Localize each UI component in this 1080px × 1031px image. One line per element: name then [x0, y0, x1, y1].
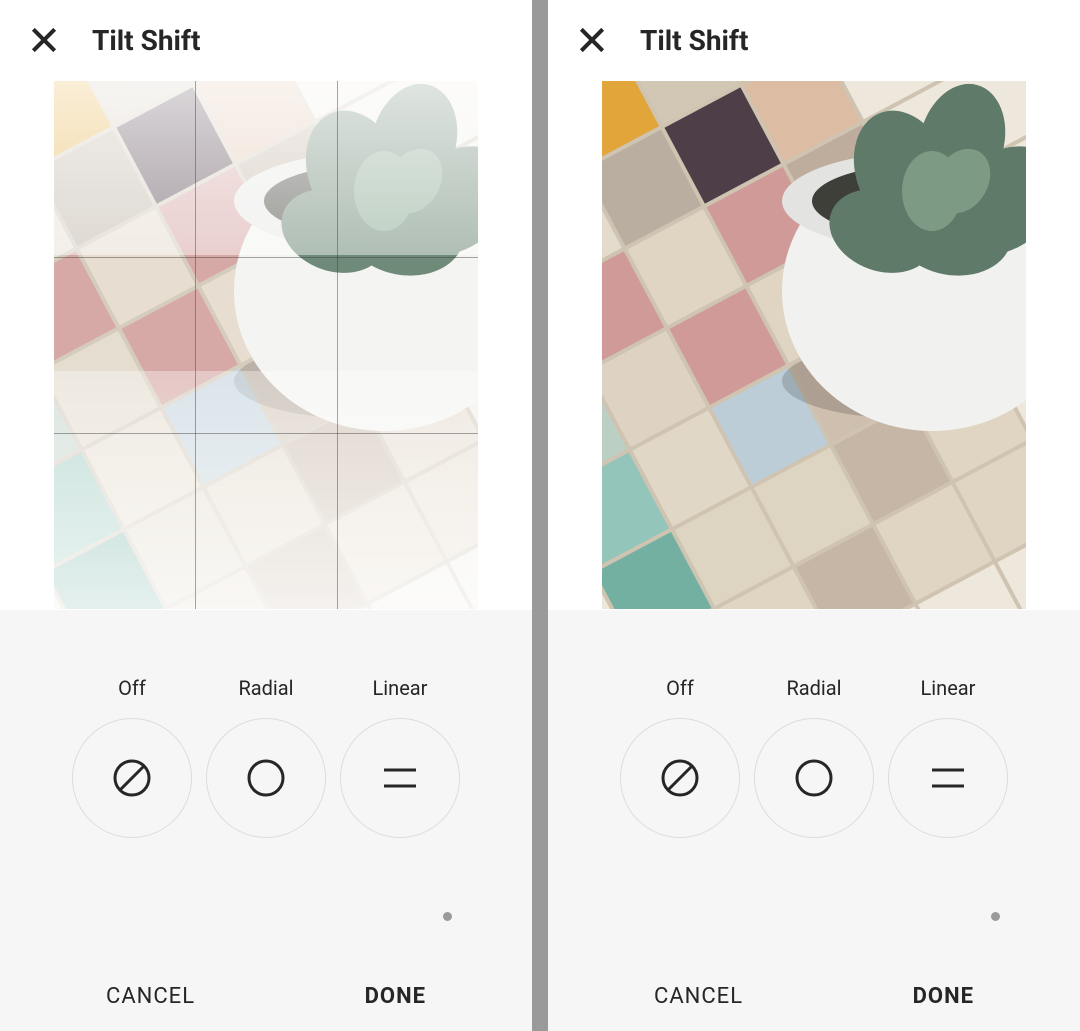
done-button[interactable]: DONE: [907, 983, 980, 1010]
linear-icon: [926, 756, 970, 800]
close-button[interactable]: [572, 20, 612, 60]
option-radial-button[interactable]: [754, 718, 874, 838]
page-title: Tilt Shift: [640, 24, 748, 57]
photo-content: [602, 81, 1026, 609]
option-label: Off: [666, 676, 694, 700]
controls-area: Off Radial Linear: [548, 610, 1080, 961]
close-icon: [28, 24, 60, 56]
photo-preview[interactable]: [602, 81, 1026, 609]
option-linear-button[interactable]: [888, 718, 1008, 838]
option-linear: Linear: [340, 676, 460, 838]
cancel-button[interactable]: CANCEL: [100, 983, 201, 1010]
grid-overlay: [54, 81, 478, 609]
pane-divider: [532, 0, 548, 1031]
option-label: Off: [118, 676, 146, 700]
option-radial: Radial: [754, 676, 874, 838]
photo-preview[interactable]: [54, 81, 478, 609]
option-off: Off: [620, 676, 740, 838]
image-area: [548, 80, 1080, 610]
image-area: [0, 80, 532, 610]
page-indicator: [0, 912, 532, 921]
close-icon: [576, 24, 608, 56]
pane-left: Tilt Shift: [0, 0, 532, 1031]
pane-right: Tilt Shift: [548, 0, 1080, 1031]
option-label: Radial: [238, 676, 293, 700]
radial-icon: [792, 756, 836, 800]
off-icon: [658, 756, 702, 800]
option-radial: Radial: [206, 676, 326, 838]
option-label: Radial: [786, 676, 841, 700]
option-off-button[interactable]: [620, 718, 740, 838]
header: Tilt Shift: [0, 0, 532, 80]
page-indicator: [548, 912, 1080, 921]
footer: CANCEL DONE: [548, 961, 1080, 1031]
option-label: Linear: [373, 676, 428, 700]
option-linear: Linear: [888, 676, 1008, 838]
close-button[interactable]: [24, 20, 64, 60]
cancel-button[interactable]: CANCEL: [648, 983, 749, 1010]
off-icon: [110, 756, 154, 800]
option-label: Linear: [921, 676, 976, 700]
option-linear-button[interactable]: [340, 718, 460, 838]
radial-icon: [244, 756, 288, 800]
page-title: Tilt Shift: [92, 24, 200, 57]
controls-area: Off Radial Linear: [0, 610, 532, 961]
option-off-button[interactable]: [72, 718, 192, 838]
option-off: Off: [72, 676, 192, 838]
header: Tilt Shift: [548, 0, 1080, 80]
footer: CANCEL DONE: [0, 961, 532, 1031]
option-radial-button[interactable]: [206, 718, 326, 838]
done-button[interactable]: DONE: [359, 983, 432, 1010]
linear-icon: [378, 756, 422, 800]
